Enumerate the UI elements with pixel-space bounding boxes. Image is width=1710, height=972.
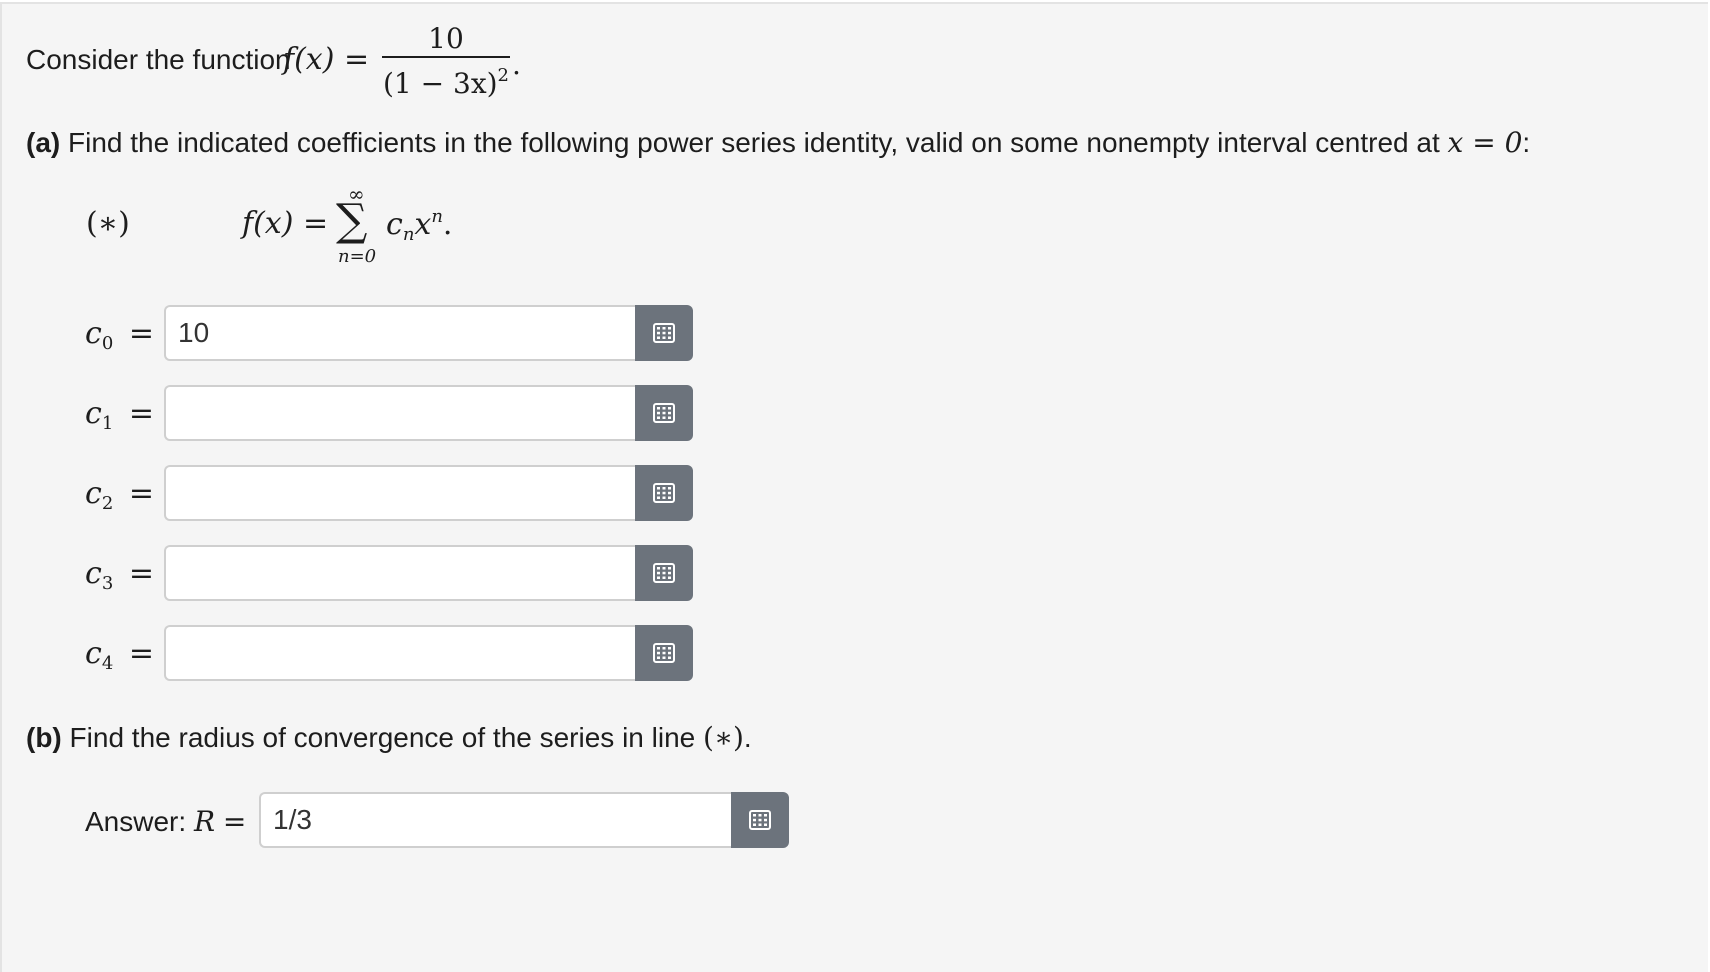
c3-field — [164, 545, 693, 601]
denominator-exponent: 2 — [497, 65, 509, 86]
denominator-base: (1 − 3x) — [383, 67, 498, 100]
c2-label: c2 = — [85, 476, 154, 514]
coef-letter: c — [85, 556, 102, 591]
part-b-period: . — [743, 722, 752, 753]
coef-index: 2 — [101, 493, 114, 514]
intro-prefix: Consider the function — [26, 44, 291, 75]
keypad-icon — [653, 483, 675, 503]
term-period: . — [442, 207, 453, 242]
keypad-icon — [653, 563, 675, 583]
coef-letter: c — [85, 476, 102, 511]
c2-input[interactable] — [164, 465, 635, 521]
equals-sign: = — [128, 316, 154, 351]
part-a-suffix: : — [1522, 127, 1531, 158]
series-lower-limit: n=0 — [338, 246, 377, 267]
part-a-text: Find the indicated coefficients in the f… — [68, 127, 1440, 158]
coef-letter: c — [85, 396, 102, 431]
intro-period: . — [512, 48, 521, 81]
keypad-icon — [653, 403, 675, 423]
part-a-prompt: (a) Find the indicated coefficients in t… — [26, 126, 1530, 159]
equals-sign: = — [128, 396, 154, 431]
series-lhs: f(x) = — [242, 206, 329, 241]
c1-keypad-button[interactable] — [635, 385, 693, 441]
coef-letter: c — [85, 316, 102, 351]
coef-index: 3 — [101, 573, 114, 594]
equals-sign: = — [128, 476, 154, 511]
coef-index: 0 — [101, 333, 114, 354]
term-variable: x — [414, 207, 432, 242]
c1-input[interactable] — [164, 385, 635, 441]
intro-text: Consider the function — [26, 44, 291, 76]
part-a-label: (a) — [26, 127, 61, 158]
coef-index: 4 — [101, 653, 114, 674]
c4-input[interactable] — [164, 625, 635, 681]
term-coefficient: c — [386, 207, 403, 242]
keypad-icon — [749, 810, 771, 830]
part-b-prompt: (b) Find the radius of convergence of th… — [26, 721, 752, 754]
answer-label: Answer: R = — [85, 805, 246, 838]
part-b-text: Find the radius of convergence of the se… — [69, 722, 696, 753]
c3-keypad-button[interactable] — [635, 545, 693, 601]
fraction-numerator: 10 — [428, 22, 464, 55]
c3-input[interactable] — [164, 545, 635, 601]
c3-label: c3 = — [85, 556, 154, 594]
c1-field — [164, 385, 693, 441]
part-a-condition: x = 0 — [1447, 126, 1523, 159]
coef-index: 1 — [101, 413, 114, 434]
answer-variable: R — [193, 805, 216, 838]
series-term: cnxn. — [386, 206, 452, 245]
question-panel: Consider the function f(x) = 10 (1 − 3x)… — [0, 2, 1708, 972]
radius-keypad-button[interactable] — [731, 792, 789, 848]
answer-equals: = — [222, 805, 247, 838]
answer-field — [259, 792, 789, 848]
c2-field — [164, 465, 693, 521]
answer-prefix: Answer: — [85, 806, 187, 837]
part-b-ref: (∗) — [703, 721, 744, 754]
part-b-label: (b) — [26, 722, 62, 753]
c0-input[interactable] — [164, 305, 635, 361]
c1-label: c1 = — [85, 396, 154, 434]
fraction-denominator: (1 − 3x)2 — [382, 58, 510, 102]
keypad-icon — [653, 643, 675, 663]
c0-field — [164, 305, 693, 361]
c0-label: c0 = — [85, 316, 154, 354]
function-fraction: 10 (1 − 3x)2 — [382, 22, 510, 102]
term-coefficient-index: n — [402, 224, 415, 245]
function-name: f(x) = — [283, 42, 370, 77]
coef-letter: c — [85, 636, 102, 671]
c0-keypad-button[interactable] — [635, 305, 693, 361]
c4-keypad-button[interactable] — [635, 625, 693, 681]
term-exponent: n — [431, 206, 443, 227]
equals-sign: = — [128, 556, 154, 591]
equals-sign: = — [128, 636, 154, 671]
radius-input[interactable] — [259, 792, 731, 848]
c2-keypad-button[interactable] — [635, 465, 693, 521]
keypad-icon — [653, 323, 675, 343]
summation-sign: ∑ — [336, 195, 368, 246]
c4-label: c4 = — [85, 636, 154, 674]
series-marker: (∗) — [86, 206, 130, 241]
c4-field — [164, 625, 693, 681]
